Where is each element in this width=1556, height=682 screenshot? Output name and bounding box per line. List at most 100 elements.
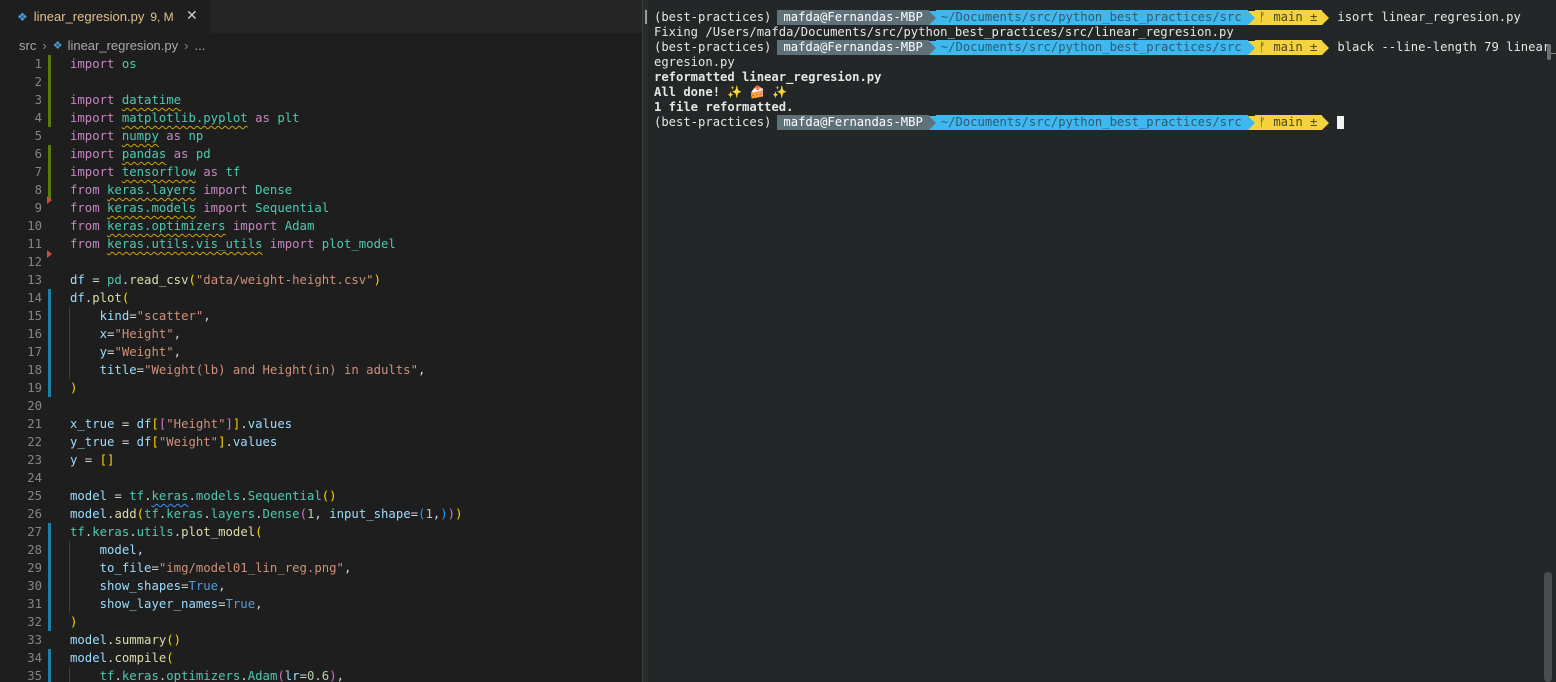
gutter-modified-marker[interactable] bbox=[48, 541, 51, 559]
code-line[interactable]: 23 y = [] bbox=[0, 451, 642, 469]
line-number: 33 bbox=[27, 633, 42, 647]
prompt-path-segment: ~/Documents/src/python_best_practices/sr… bbox=[935, 115, 1248, 130]
code-line[interactable]: 19) bbox=[0, 379, 642, 397]
gutter-modified-marker[interactable] bbox=[48, 577, 51, 595]
code-line[interactable]: 26 model.add(tf.keras.layers.Dense(1, inp… bbox=[0, 505, 642, 523]
gutter-modified-marker[interactable] bbox=[48, 559, 51, 577]
code-line[interactable]: 2 bbox=[0, 73, 642, 91]
code-line[interactable]: 14 df.plot( bbox=[0, 289, 642, 307]
code-line[interactable]: 10 from keras.optimizers import Adam bbox=[0, 217, 642, 235]
breadcrumb-folder[interactable]: src bbox=[19, 38, 36, 53]
problems-badge: 9, M bbox=[150, 9, 174, 24]
line-number: 30 bbox=[27, 579, 42, 593]
gutter-added-marker[interactable] bbox=[48, 91, 51, 109]
terminal-command: isort linear_regresion.py bbox=[1337, 10, 1521, 24]
breadcrumb: src › ❖ linear_regresion.py › ... bbox=[0, 33, 642, 57]
code-line[interactable]: 1 import os bbox=[0, 55, 642, 73]
gutter-modified-marker[interactable] bbox=[48, 289, 51, 307]
gutter-modified-marker[interactable] bbox=[48, 379, 51, 397]
line-number: 8 bbox=[34, 183, 42, 197]
code-text: x="Height", bbox=[99, 327, 182, 341]
python-file-icon: ❖ bbox=[17, 9, 28, 24]
prompt-user-segment: mafda@Fernandas-MBP bbox=[777, 115, 929, 130]
tab-linear-regresion[interactable]: ❖ linear_regresion.py 9, M ✕ bbox=[0, 0, 210, 33]
code-text: y_true = df["Weight"].values bbox=[70, 435, 278, 449]
gutter-modified-marker[interactable] bbox=[48, 613, 51, 631]
breadcrumb-file[interactable]: linear_regresion.py bbox=[68, 38, 179, 53]
code-line[interactable]: 28 model, bbox=[0, 541, 642, 559]
code-line[interactable]: 29 to_file="img/model01_lin_reg.png", bbox=[0, 559, 642, 577]
code-line[interactable]: 20 bbox=[0, 397, 642, 415]
code-editor[interactable]: ❖ linear_regresion.py 9, M ✕ src › ❖ lin… bbox=[0, 0, 642, 682]
code-text: ) bbox=[70, 381, 78, 395]
code-line[interactable]: 24 bbox=[0, 469, 642, 487]
code-line[interactable]: 4 import matplotlib.pyplot as plt bbox=[0, 109, 642, 127]
prompt-path-segment: ~/Documents/src/python_best_practices/sr… bbox=[935, 10, 1248, 25]
code-text: model.compile( bbox=[70, 651, 174, 665]
terminal-cursor[interactable] bbox=[1337, 116, 1345, 129]
terminal-scrollbar[interactable] bbox=[1544, 572, 1552, 682]
code-line[interactable]: 32) bbox=[0, 613, 642, 631]
prompt-arrow-icon bbox=[1322, 10, 1330, 25]
gutter-added-marker[interactable] bbox=[48, 55, 51, 73]
gutter-modified-marker[interactable] bbox=[48, 667, 51, 682]
code-line[interactable]: 21 x_true = df[["Height"]].values bbox=[0, 415, 642, 433]
code-line[interactable]: 11 from keras.utils.vis_utils import plot… bbox=[0, 235, 642, 253]
code-line[interactable]: 9 from keras.models import Sequential bbox=[0, 196, 642, 217]
code-line[interactable]: 34 model.compile( bbox=[0, 649, 642, 667]
prompt-arrow-icon bbox=[1247, 115, 1255, 130]
divider-handle-icon[interactable] bbox=[645, 10, 647, 24]
prompt-path-segment: ~/Documents/src/python_best_practices/sr… bbox=[935, 40, 1248, 55]
gutter-modified-marker[interactable] bbox=[48, 307, 51, 325]
prompt-arrow-icon bbox=[928, 40, 936, 55]
line-number: 19 bbox=[27, 381, 42, 395]
code-line[interactable]: 33 model.summary() bbox=[0, 631, 642, 649]
gutter-modified-marker[interactable] bbox=[48, 523, 51, 541]
code-text: ) bbox=[70, 615, 78, 629]
code-line[interactable]: 22 y_true = df["Weight"].values bbox=[0, 433, 642, 451]
close-tab-icon[interactable]: ✕ bbox=[186, 7, 198, 24]
gutter-modified-marker[interactable] bbox=[48, 343, 51, 361]
code-line[interactable]: 16 x="Height", bbox=[0, 325, 642, 343]
terminal-pane[interactable]: (best-practices) mafda@Fernandas-MBP ~/Doc… bbox=[648, 0, 1556, 682]
code-line[interactable]: 35 tf.keras.optimizers.Adam(lr=0.6), bbox=[0, 667, 642, 682]
line-number: 5 bbox=[34, 129, 42, 143]
gutter-added-marker[interactable] bbox=[48, 109, 51, 127]
gutter-deleted-marker[interactable] bbox=[47, 196, 52, 204]
gutter-modified-marker[interactable] bbox=[48, 361, 51, 379]
code-line[interactable]: 5 import numpy as np bbox=[0, 127, 642, 145]
prompt-git-segment: ᚠ main ± bbox=[1254, 10, 1323, 25]
prompt-env: (best-practices) bbox=[654, 40, 772, 54]
line-number: 7 bbox=[34, 165, 42, 179]
gutter-deleted-marker[interactable] bbox=[47, 250, 52, 258]
code-line[interactable]: 6 import pandas as pd bbox=[0, 145, 642, 163]
terminal-output-line: 1 file reformatted. bbox=[654, 100, 794, 114]
code-line[interactable]: 3 import datatime bbox=[0, 91, 642, 109]
gutter-modified-marker[interactable] bbox=[48, 325, 51, 343]
code-line[interactable]: 25 model = tf.keras.models.Sequential() bbox=[0, 487, 642, 505]
gutter-added-marker[interactable] bbox=[48, 73, 51, 91]
code-line[interactable]: 27 tf.keras.utils.plot_model( bbox=[0, 523, 642, 541]
gutter-modified-marker[interactable] bbox=[48, 595, 51, 613]
terminal-command: black --line-length 79 linear_r bbox=[1337, 40, 1556, 54]
tab-filename: linear_regresion.py bbox=[33, 9, 145, 24]
code-line[interactable]: 12 bbox=[0, 250, 642, 271]
code-line[interactable]: 15 kind="scatter", bbox=[0, 307, 642, 325]
gutter-added-marker[interactable] bbox=[48, 163, 51, 181]
code-line[interactable]: 7 import tensorflow as tf bbox=[0, 163, 642, 181]
code-line[interactable]: 18 title="Weight(lb) and Height(in) in a… bbox=[0, 361, 642, 379]
breadcrumb-symbols[interactable]: ... bbox=[194, 38, 205, 53]
gutter-added-marker[interactable] bbox=[48, 145, 51, 163]
code-line[interactable]: 31 show_layer_names=True, bbox=[0, 595, 642, 613]
code-text: from keras.models import Sequential bbox=[70, 201, 330, 215]
line-number: 21 bbox=[27, 417, 42, 431]
line-number: 26 bbox=[27, 507, 42, 521]
code-area[interactable]: 1 import os 2 3 import datatime 4 import matpl… bbox=[0, 55, 642, 682]
code-line[interactable]: 17 y="Weight", bbox=[0, 343, 642, 361]
code-line[interactable]: 30 show_shapes=True, bbox=[0, 577, 642, 595]
code-line[interactable]: 8 from keras.layers import Dense bbox=[0, 181, 642, 199]
gutter-modified-marker[interactable] bbox=[48, 649, 51, 667]
code-text: kind="scatter", bbox=[99, 309, 211, 323]
code-line[interactable]: 13 df = pd.read_csv("data/weight-height.c… bbox=[0, 271, 642, 289]
terminal-output: (best-practices) mafda@Fernandas-MBP ~/Doc… bbox=[654, 10, 1556, 130]
